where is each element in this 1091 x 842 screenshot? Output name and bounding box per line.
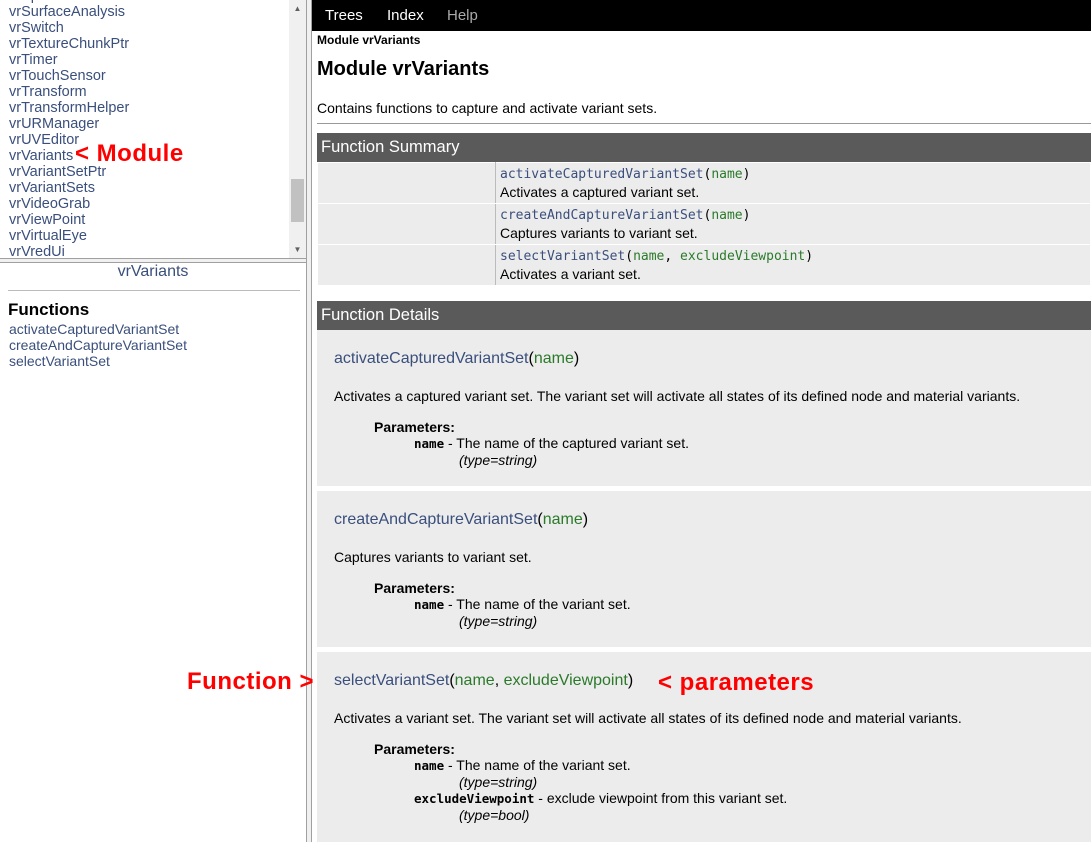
detail-description: Activates a captured variant set. The va… — [334, 388, 1021, 404]
module-link[interactable]: vrVredUi — [9, 244, 289, 258]
module-link[interactable]: vrURManager — [9, 116, 289, 132]
summary-param: name — [633, 249, 665, 264]
param-entry: name - The name of the variant set. — [414, 596, 631, 612]
annotation-parameters: < parameters — [658, 669, 815, 696]
module-link[interactable]: vrTimer — [9, 52, 289, 68]
detail-function-name: createAndCaptureVariantSet — [334, 511, 538, 528]
toc-function-link[interactable]: createAndCaptureVariantSet — [9, 337, 187, 353]
param-entry: excludeViewpoint - exclude viewpoint fro… — [414, 790, 787, 806]
summary-description: Captures variants to variant set. — [500, 225, 698, 241]
table-cell-blank — [317, 244, 496, 286]
detail-signature: selectVariantSet(name, excludeViewpoint) — [334, 672, 634, 689]
table-cell: activateCapturedVariantSet(name) Activat… — [495, 162, 1091, 204]
detail-param: excludeViewpoint — [503, 672, 628, 689]
divider — [8, 290, 300, 291]
table-cell-blank — [317, 162, 496, 204]
param-name: name — [414, 758, 445, 773]
param-type: (type=bool) — [459, 807, 530, 823]
main-doc-frame: Trees Index Help Module vrVariants Modul… — [312, 0, 1091, 842]
detail-description: Activates a variant set. The variant set… — [334, 710, 962, 726]
table-cell-blank — [317, 203, 496, 245]
param-name: name — [414, 436, 445, 451]
table-row: activateCapturedVariantSet(name) Activat… — [317, 162, 1091, 204]
module-link[interactable]: vrTransformHelper — [9, 100, 289, 116]
module-link[interactable]: vrVariantSets — [9, 180, 289, 196]
scroll-down-arrow-icon[interactable]: ▼ — [289, 241, 306, 258]
summary-param: excludeViewpoint — [680, 249, 806, 264]
table-cell: createAndCaptureVariantSet(name) Capture… — [495, 203, 1091, 245]
module-link[interactable]: vrTouchSensor — [9, 68, 289, 84]
divider — [317, 123, 1091, 124]
annotation-module: < Module — [75, 140, 184, 167]
table-cell: selectVariantSet(name, excludeViewpoint)… — [495, 244, 1091, 286]
function-summary-header: Function Summary — [317, 133, 1091, 162]
function-detail: createAndCaptureVariantSet(name) Capture… — [317, 491, 1091, 647]
summary-description: Activates a variant set. — [500, 266, 641, 282]
summary-function-link[interactable]: selectVariantSet — [500, 249, 625, 264]
scroll-up-arrow-icon[interactable]: ▲ — [289, 0, 306, 17]
param-desc: - The name of the variant set. — [444, 757, 631, 773]
page-title: Module vrVariants — [317, 58, 490, 80]
module-link[interactable]: vrViewPoint — [9, 212, 289, 228]
summary-signature: activateCapturedVariantSet(name) — [500, 167, 751, 182]
param-desc: - exclude viewpoint from this variant se… — [534, 790, 788, 806]
param-entry: name - The name of the variant set. — [414, 757, 631, 773]
module-list-frame: vrSpaceMouseButton vrSurfaceAnalysis vrS… — [0, 0, 306, 258]
toc-function-link[interactable]: selectVariantSet — [9, 353, 187, 369]
function-details-header: Function Details — [317, 301, 1091, 330]
table-row: createAndCaptureVariantSet(name) Capture… — [317, 203, 1091, 245]
param-entry: name - The name of the captured variant … — [414, 435, 689, 451]
detail-function-name: activateCapturedVariantSet — [334, 350, 529, 367]
function-summary-table: activateCapturedVariantSet(name) Activat… — [317, 162, 1091, 286]
parameters-label: Parameters: — [374, 419, 455, 435]
param-type: (type=string) — [459, 613, 538, 629]
parameters-label: Parameters: — [374, 580, 455, 596]
toc-functions-heading: Functions — [8, 300, 90, 319]
detail-signature: createAndCaptureVariantSet(name) — [334, 511, 589, 528]
module-link[interactable]: vrTransform — [9, 84, 289, 100]
param-desc: - The name of the variant set. — [444, 596, 631, 612]
param-name: excludeViewpoint — [414, 791, 535, 806]
toc-function-list: activateCapturedVariantSet createAndCapt… — [9, 321, 187, 369]
detail-param: name — [542, 511, 583, 528]
module-link[interactable]: vrSwitch — [9, 20, 289, 36]
module-link[interactable]: vrVirtualEye — [9, 228, 289, 244]
vertical-scrollbar[interactable]: ▲ ▼ — [289, 0, 306, 258]
module-description: Contains functions to capture and activa… — [317, 100, 658, 116]
summary-function-link[interactable]: activateCapturedVariantSet — [500, 167, 704, 182]
module-link[interactable]: vrSurfaceAnalysis — [9, 4, 289, 20]
nav-help-link[interactable]: Help — [447, 7, 478, 24]
function-detail: activateCapturedVariantSet(name) Activat… — [317, 330, 1091, 486]
toc-module-title[interactable]: vrVariants — [0, 263, 306, 281]
summary-function-link[interactable]: createAndCaptureVariantSet — [500, 208, 704, 223]
nav-trees-link[interactable]: Trees — [325, 7, 363, 24]
detail-param: name — [454, 672, 495, 689]
summary-signature: createAndCaptureVariantSet(name) — [500, 208, 751, 223]
module-list: vrSpaceMouseButton vrSurfaceAnalysis vrS… — [9, 0, 289, 258]
breadcrumb: Module vrVariants — [317, 33, 421, 47]
summary-param: name — [711, 167, 743, 182]
summary-param: name — [711, 208, 743, 223]
summary-signature: selectVariantSet(name, excludeViewpoint) — [500, 249, 814, 264]
annotation-function: Function > — [187, 668, 314, 695]
navbar: Trees Index Help — [312, 0, 1091, 31]
parameters-label: Parameters: — [374, 741, 455, 757]
detail-param: name — [533, 350, 574, 367]
detail-signature: activateCapturedVariantSet(name) — [334, 350, 580, 367]
nav-index-link[interactable]: Index — [387, 7, 424, 24]
param-desc: - The name of the captured variant set. — [444, 435, 689, 451]
module-link[interactable]: vrTextureChunkPtr — [9, 36, 289, 52]
detail-description: Captures variants to variant set. — [334, 549, 532, 565]
param-name: name — [414, 597, 445, 612]
toc-function-link[interactable]: activateCapturedVariantSet — [9, 321, 187, 337]
detail-function-name: selectVariantSet — [334, 672, 450, 689]
scrollbar-thumb[interactable] — [291, 179, 304, 222]
param-type: (type=string) — [459, 774, 538, 790]
module-link[interactable]: vrVideoGrab — [9, 196, 289, 212]
table-row: selectVariantSet(name, excludeViewpoint)… — [317, 244, 1091, 286]
module-toc-frame: vrVariants Functions activateCapturedVar… — [0, 263, 306, 842]
summary-description: Activates a captured variant set. — [500, 184, 700, 200]
param-type: (type=string) — [459, 452, 538, 468]
